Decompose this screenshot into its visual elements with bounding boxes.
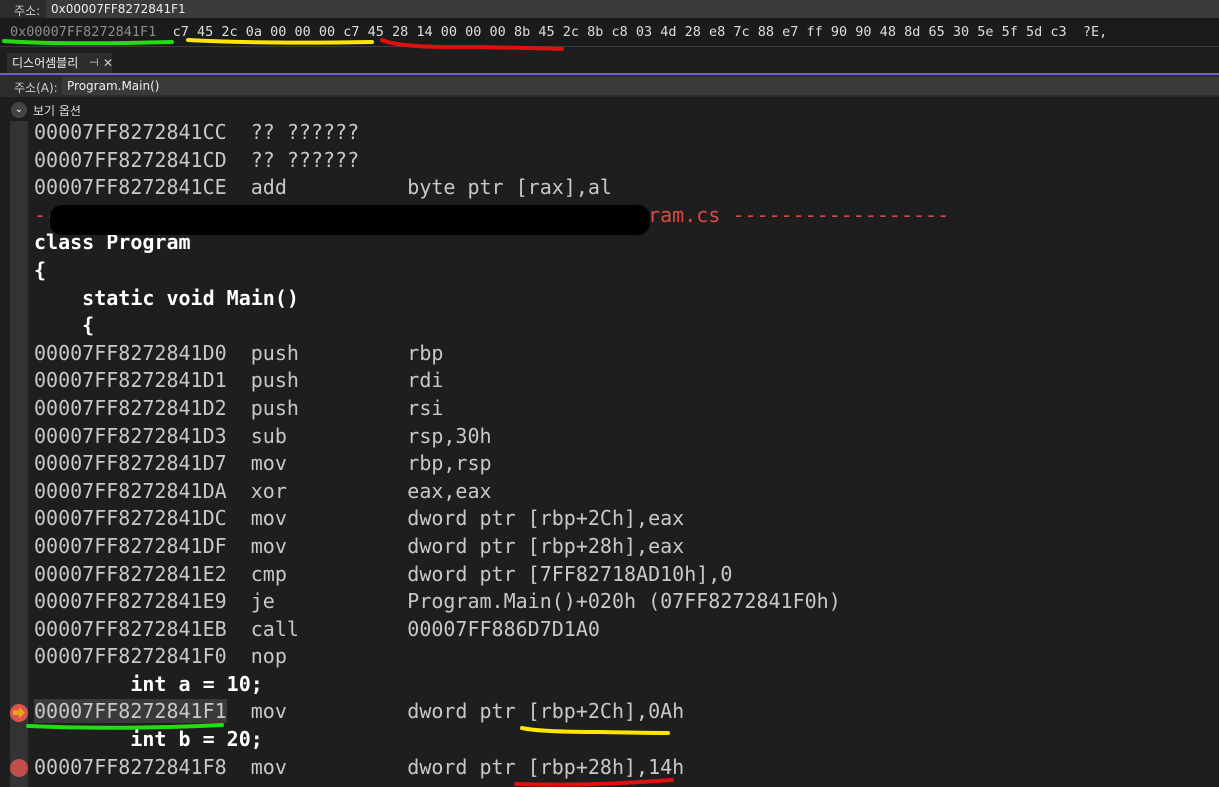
breakpoint-icon[interactable] xyxy=(10,758,28,777)
memory-address-label: 주소: xyxy=(14,4,41,18)
asm-line[interactable]: 00007FF8272841D1 push rdi xyxy=(34,368,443,392)
disassembly-address-bar: 주소(A): Program.Main() xyxy=(0,75,1219,97)
tab-label: 디스어셈블리 xyxy=(12,56,79,70)
memory-address-bar: 주소: 0x00007FF8272841F1 xyxy=(0,0,1219,18)
breakpoint-gutter[interactable] xyxy=(10,121,28,787)
asm-line[interactable]: 00007FF8272841F1 mov dword ptr [rbp+2Ch]… xyxy=(34,699,684,724)
asm-line[interactable]: 00007FF8272841DC mov dword ptr [rbp+2Ch]… xyxy=(34,506,684,530)
chevron-down-icon[interactable]: ⌄ xyxy=(11,102,27,118)
asm-line[interactable]: 00007FF8272841EB call 00007FF886D7D1A0 xyxy=(34,617,600,641)
asm-line[interactable]: 00007FF8272841DF mov dword ptr [rbp+28h]… xyxy=(34,534,684,558)
close-icon[interactable]: ✕ xyxy=(103,53,113,73)
view-options[interactable]: ⌄ 보기 옵션 xyxy=(0,99,1219,121)
asm-line[interactable]: 00007FF8272841E9 je Program.Main()+020h … xyxy=(34,589,841,613)
disassembly-address-label: 주소(A): xyxy=(14,81,58,95)
memory-address-input[interactable]: 0x00007FF8272841F1 xyxy=(46,0,1219,18)
view-options-label: 보기 옵션 xyxy=(33,104,81,118)
disassembly-address-input[interactable]: Program.Main() xyxy=(62,77,1219,95)
source-line[interactable]: { xyxy=(34,313,94,337)
asm-line[interactable]: 00007FF8272841CD ?? ?????? xyxy=(34,148,359,172)
asm-line[interactable]: 00007FF8272841DA xor eax,eax xyxy=(34,479,492,503)
hex-ascii: ?E, xyxy=(1082,24,1108,40)
asm-line[interactable]: 00007FF8272841E2 cmp dword ptr [7FF82718… xyxy=(34,562,732,586)
source-line[interactable]: { xyxy=(34,258,46,282)
asm-line[interactable]: 00007FF8272841D0 push rbp xyxy=(34,341,443,365)
source-line[interactable]: static void Main() xyxy=(34,286,299,310)
current-address: 00007FF8272841F1 xyxy=(34,699,227,724)
hex-row-address: 0x00007FF8272841F1 xyxy=(10,24,157,40)
tab-disassembly[interactable]: 디스어셈블리 ⊣ ✕ xyxy=(7,53,113,73)
memory-hex-row: 0x00007FF8272841F1 c7 45 2c 0a 00 00 00 … xyxy=(0,18,1219,47)
current-instruction-arrow-icon[interactable] xyxy=(10,703,28,722)
asm-line[interactable]: 00007FF8272841CC ?? ?????? xyxy=(34,120,359,144)
tab-bar: 디스어셈블리 ⊣ ✕ xyxy=(0,47,1219,75)
asm-line[interactable]: 00007FF8272841CE add byte ptr [rax],al xyxy=(34,175,612,199)
redaction xyxy=(50,205,650,235)
asm-line[interactable]: 00007FF8272841F0 nop xyxy=(34,644,287,668)
pin-icon[interactable]: ⊣ xyxy=(89,53,99,73)
source-line[interactable]: int b = 20; xyxy=(34,727,262,751)
asm-line[interactable]: 00007FF8272841D7 mov rbp,rsp xyxy=(34,451,492,475)
source-line[interactable]: int a = 10; xyxy=(34,672,262,696)
hex-bytes: c7 45 2c 0a 00 00 00 c7 45 28 14 00 00 0… xyxy=(172,24,1067,40)
asm-line[interactable]: 00007FF8272841D3 sub rsp,30h xyxy=(34,424,492,448)
asm-line[interactable]: 00007FF8272841F8 mov dword ptr [rbp+28h]… xyxy=(34,755,684,779)
asm-line[interactable]: 00007FF8272841D2 push rsi xyxy=(34,396,443,420)
